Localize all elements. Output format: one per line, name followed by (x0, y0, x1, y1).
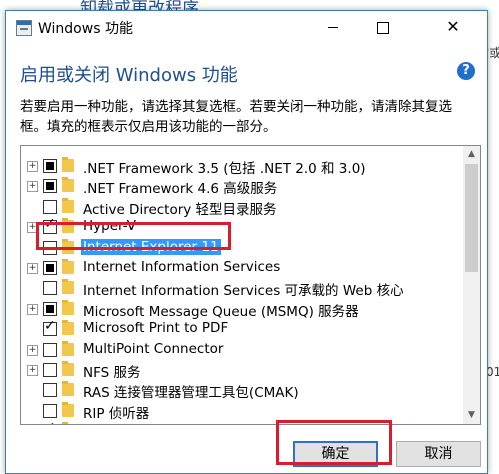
feature-row[interactable]: + Microsoft Message Queue (MSMQ) 服务器 (21, 299, 461, 320)
feature-row[interactable]: RIP 侦听器 (21, 401, 461, 422)
expand-icon[interactable]: + (27, 303, 38, 315)
expand-icon[interactable]: + (27, 181, 38, 193)
partial-fill-icon (46, 182, 54, 191)
feature-checkbox[interactable] (43, 301, 57, 316)
feature-label[interactable]: RIP 侦听器 (83, 402, 149, 422)
feature-checkbox[interactable]: ✓ (43, 318, 57, 337)
feature-label[interactable]: .NET Framework 3.5 (包括 .NET 2.0 和 3.0) (83, 157, 366, 177)
windows-features-icon (16, 20, 32, 36)
help-icon[interactable]: ? (457, 62, 475, 80)
folder-icon (62, 259, 74, 274)
feature-row[interactable]: Active Directory 轻型目录服务 (21, 197, 461, 218)
instructions-text: 若要启用一种功能，请选择其复选框。若要关闭一种功能，请清除其复选框。填充的框表示… (20, 99, 452, 135)
feature-row[interactable]: + Internet Information Services (21, 258, 461, 278)
feature-row[interactable]: ✓ Microsoft Print to PDF (21, 318, 461, 339)
checkmark-icon: ✓ (44, 318, 56, 335)
scroll-down-icon[interactable]: ▼ (463, 407, 480, 424)
annotation-highlight-ie (36, 222, 231, 250)
feature-label[interactable]: SMB 1.0/CIFS 文件共享支持 (83, 422, 258, 424)
annotation-highlight-ok (276, 420, 392, 465)
expand-icon[interactable]: + (27, 365, 38, 376)
folder-icon (62, 340, 74, 356)
scroll-thumb[interactable] (465, 164, 478, 272)
maximize-icon (377, 21, 389, 34)
feature-label[interactable]: Internet Information Services 可承载的 Web 核… (83, 279, 404, 299)
folder-icon (62, 299, 74, 315)
feature-label[interactable]: NFS 服务 (83, 361, 141, 381)
minimize-button[interactable] (311, 11, 355, 43)
folder-icon (62, 157, 74, 172)
partial-fill-icon (46, 264, 54, 272)
features-tree[interactable]: ▲ ▼ + .NET Framework 3.5 (包括 .NET 2.0 和 3… (20, 145, 481, 425)
feature-checkbox[interactable] (43, 179, 57, 194)
feature-label[interactable]: MultiPoint Connector (83, 341, 223, 357)
feature-checkbox[interactable]: ✓ (44, 420, 56, 424)
feature-label[interactable]: Internet Information Services (83, 259, 280, 275)
feature-label[interactable]: .NET Framework 4.6 高级服务 (83, 177, 277, 197)
feature-row[interactable]: + .NET Framework 4.6 高级服务 (21, 176, 461, 197)
expand-icon[interactable]: + (27, 263, 38, 274)
scroll-up-icon[interactable]: ▲ (463, 146, 480, 163)
feature-label[interactable]: Microsoft Print to PDF (83, 320, 228, 336)
feature-checkbox[interactable] (43, 261, 57, 275)
folder-icon (62, 422, 68, 424)
partial-fill-icon (46, 304, 54, 313)
close-button[interactable]: ✕ (431, 11, 475, 43)
folder-icon (62, 279, 74, 295)
feature-row[interactable]: Internet Information Services 可承载的 Web 核… (21, 278, 461, 299)
window-title: Windows 功能 (38, 21, 133, 37)
feature-checkbox[interactable] (43, 281, 57, 296)
title-bar[interactable]: Windows 功能 ✕ (6, 11, 487, 43)
feature-row[interactable]: + NFS 服务 (21, 360, 461, 381)
cancel-button[interactable]: 取消 (396, 441, 481, 467)
partial-fill-icon (46, 162, 54, 170)
feature-checkbox[interactable] (43, 342, 57, 357)
folder-icon (62, 381, 74, 397)
maximize-button[interactable] (361, 11, 405, 43)
feature-row[interactable]: + MultiPoint Connector (21, 340, 461, 360)
page-title: 启用或关闭 Windows 功能 (20, 65, 238, 86)
folder-icon (62, 401, 74, 417)
feature-checkbox[interactable] (43, 199, 57, 214)
feature-row[interactable]: + .NET Framework 3.5 (包括 .NET 2.0 和 3.0) (21, 156, 461, 177)
folder-icon (62, 320, 74, 336)
feature-checkbox[interactable] (43, 363, 57, 377)
feature-row[interactable]: RAS 连接管理器管理工具包(CMAK) (21, 380, 461, 401)
feature-label[interactable]: RAS 连接管理器管理工具包(CMAK) (83, 381, 299, 401)
feature-label[interactable]: Active Directory 轻型目录服务 (83, 198, 277, 218)
folder-icon (62, 361, 74, 376)
feature-row[interactable]: +✓SMB 1.0/CIFS 文件共享支持 (21, 420, 461, 424)
vertical-scrollbar[interactable]: ▲ ▼ (463, 146, 480, 424)
folder-icon (62, 197, 74, 213)
minimize-icon (328, 27, 338, 28)
feature-checkbox[interactable] (43, 383, 57, 398)
expand-icon[interactable]: + (27, 344, 38, 356)
feature-checkbox[interactable] (43, 403, 57, 418)
folder-icon (62, 177, 74, 193)
checkmark-icon: ✓ (44, 420, 56, 424)
feature-label[interactable]: Microsoft Message Queue (MSMQ) 服务器 (83, 300, 359, 320)
feature-checkbox[interactable] (43, 159, 57, 173)
expand-icon[interactable]: + (27, 161, 38, 172)
